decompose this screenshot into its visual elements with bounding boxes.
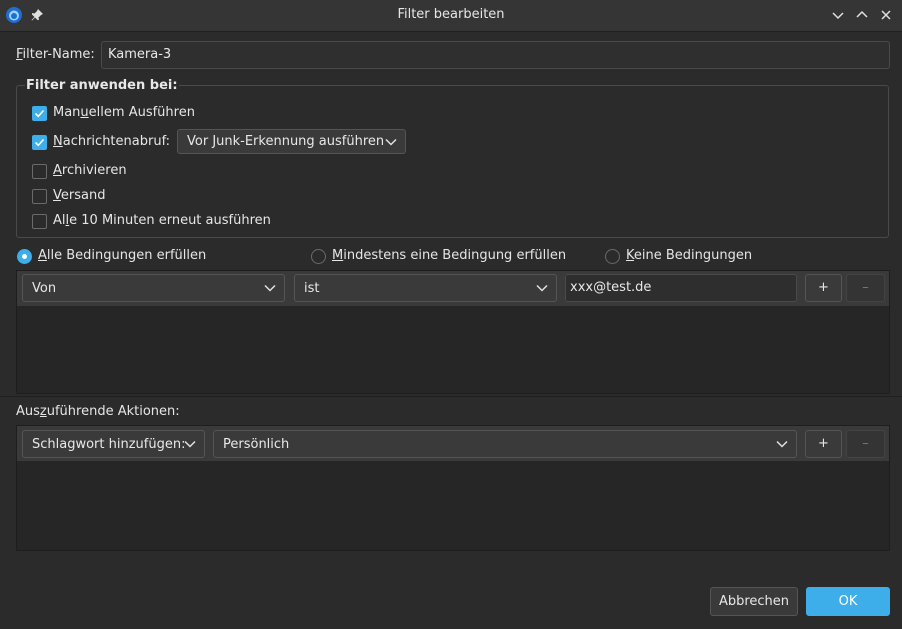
match-any-label: Mindestens eine Bedingung erfüllen	[332, 248, 567, 263]
match-all-label: Alle Bedingungen erfüllen	[38, 248, 207, 263]
periodic-checkbox[interactable]	[32, 214, 47, 229]
filter-name-input[interactable]: Kamera-3	[101, 41, 890, 69]
remove-action-button[interactable]: –	[846, 430, 885, 458]
archive-checkbox[interactable]	[32, 164, 47, 179]
action-type-value: Schlagwort hinzufügen:	[32, 437, 186, 452]
manual-run-checkbox[interactable]	[32, 106, 47, 121]
condition-value-input[interactable]: xxx@test.de	[565, 274, 797, 302]
condition-field-value: Von	[32, 281, 57, 296]
chevron-down-icon	[776, 440, 788, 448]
actions-label: Auszuführende Aktionen:	[16, 404, 180, 419]
filter-name-label: Filter-Name:	[16, 47, 95, 62]
send-checkbox[interactable]	[32, 189, 47, 204]
remove-condition-button[interactable]: –	[846, 274, 885, 302]
action-type-select[interactable]: Schlagwort hinzufügen:	[22, 430, 205, 458]
maximize-icon[interactable]	[854, 7, 870, 23]
match-none-label: Keine Bedingungen	[626, 248, 753, 263]
action-value-text: Persönlich	[223, 437, 290, 452]
window-title: Filter bearbeiten	[397, 7, 505, 22]
minimize-icon[interactable]	[830, 7, 846, 23]
fetch-timing-value: Vor Junk-Erkennung ausführen	[187, 134, 385, 149]
chevron-down-icon	[536, 284, 548, 292]
condition-operator-select[interactable]: ist	[294, 274, 557, 302]
match-none-radio[interactable]	[605, 249, 620, 264]
close-icon[interactable]	[878, 7, 894, 23]
section-separator	[0, 396, 902, 397]
periodic-label: Alle 10 Minuten erneut ausführen	[53, 213, 271, 228]
chevron-down-icon	[385, 138, 397, 146]
apply-group-title: Filter anwenden bei:	[25, 78, 179, 93]
add-action-button[interactable]: +	[805, 430, 842, 458]
fetch-label: Nachrichtenabruf:	[53, 134, 171, 149]
send-label: Versand	[53, 188, 106, 203]
condition-field-select[interactable]: Von	[22, 274, 285, 302]
fetch-checkbox[interactable]	[32, 135, 47, 150]
title-bar: Filter bearbeiten	[0, 0, 902, 32]
condition-operator-value: ist	[304, 281, 320, 296]
match-all-radio[interactable]	[17, 249, 32, 264]
cancel-button[interactable]: Abbrechen	[710, 587, 798, 616]
chevron-down-icon	[184, 440, 196, 448]
match-any-radio[interactable]	[311, 249, 326, 264]
ok-button[interactable]: OK	[806, 587, 890, 616]
archive-label: Archivieren	[53, 163, 127, 178]
add-condition-button[interactable]: +	[805, 274, 842, 302]
action-value-select[interactable]: Persönlich	[213, 430, 797, 458]
chevron-down-icon	[264, 284, 276, 292]
fetch-timing-select[interactable]: Vor Junk-Erkennung ausführen	[177, 129, 406, 154]
manual-run-label: Manuellem Ausführen	[53, 105, 195, 120]
